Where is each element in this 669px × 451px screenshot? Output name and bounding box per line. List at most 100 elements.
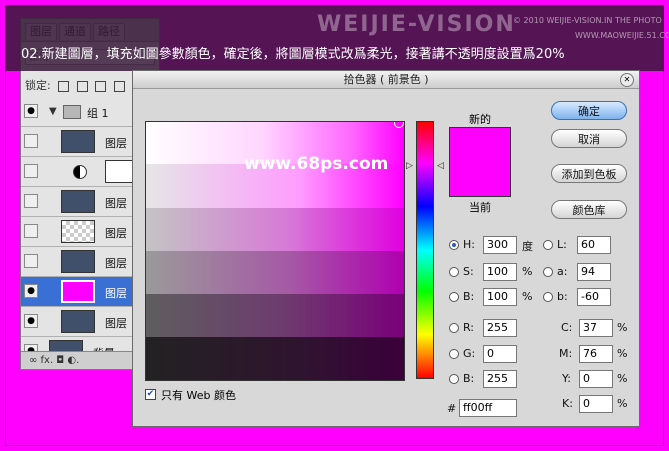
saturation-input[interactable]: 100 xyxy=(483,263,517,281)
layer-name: 图层 xyxy=(105,137,127,150)
cyan-input[interactable]: 37 xyxy=(579,319,613,337)
close-icon[interactable]: ✕ xyxy=(620,73,634,87)
black-unit: % xyxy=(617,397,628,410)
layer-name: 图层 xyxy=(105,197,127,210)
adjustment-icon xyxy=(73,165,87,179)
lock-position-icon[interactable] xyxy=(95,80,107,92)
brightness-radio[interactable] xyxy=(449,292,459,302)
web-colors-checkbox[interactable]: ✔ xyxy=(145,389,156,400)
hue-input[interactable]: 300 xyxy=(483,236,517,254)
visibility-eye-icon[interactable] xyxy=(24,164,38,178)
visibility-eye-icon[interactable] xyxy=(24,134,38,148)
color-field[interactable]: www.68ps.com xyxy=(145,121,405,381)
field-band xyxy=(146,251,404,294)
new-color-label: 新的 xyxy=(469,113,491,126)
group-name: 组 1 xyxy=(87,107,109,120)
red-input[interactable]: 255 xyxy=(483,319,517,337)
blue-input[interactable]: 255 xyxy=(483,370,517,388)
field-band xyxy=(146,294,404,337)
green-label: G: xyxy=(463,347,476,360)
black-label: K: xyxy=(562,397,573,410)
lab-a-radio[interactable] xyxy=(543,267,553,277)
field-band xyxy=(146,337,404,380)
lab-l-input[interactable]: 60 xyxy=(577,236,611,254)
lab-l-label: L: xyxy=(557,238,567,251)
green-radio[interactable] xyxy=(449,349,459,359)
magenta-label: M: xyxy=(559,347,573,360)
layer-thumbnail xyxy=(61,250,95,273)
lock-transparency-icon[interactable] xyxy=(58,80,70,92)
blue-label: B: xyxy=(463,372,475,385)
lock-row: 锁定: xyxy=(25,77,125,92)
current-color-label: 当前 xyxy=(469,201,491,214)
lab-l-radio[interactable] xyxy=(543,240,553,250)
brightness-input[interactable]: 100 xyxy=(483,288,517,306)
green-input[interactable]: 0 xyxy=(483,345,517,363)
hue-slider-left-arrow-icon[interactable]: ▷ xyxy=(406,161,413,171)
saturation-label: S: xyxy=(463,265,474,278)
layer-thumbnail xyxy=(61,280,95,303)
magenta-input[interactable]: 76 xyxy=(579,345,613,363)
yellow-input[interactable]: 0 xyxy=(579,370,613,388)
hue-label: H: xyxy=(463,238,475,251)
ok-button[interactable]: 确定 xyxy=(551,101,627,120)
lab-a-label: a: xyxy=(557,265,568,278)
hue-slider-right-arrow-icon[interactable]: ◁ xyxy=(437,161,444,171)
field-watermark: www.68ps.com xyxy=(244,154,389,174)
red-label: R: xyxy=(463,321,475,334)
watermark-logo: WEIJIE-VISION xyxy=(317,12,516,37)
lock-pixels-icon[interactable] xyxy=(76,80,88,92)
instruction-text: 02.新建圖層，填充如圖參數顏色，確定後，將圖層模式改爲柔光，接著講不透明度設置… xyxy=(21,47,565,62)
add-to-swatches-button[interactable]: 添加到色板 xyxy=(551,164,627,183)
cancel-button[interactable]: 取消 xyxy=(551,129,627,148)
lab-b-label: b: xyxy=(557,290,568,303)
folder-icon xyxy=(63,105,81,119)
red-radio[interactable] xyxy=(449,323,459,333)
lock-all-icon[interactable] xyxy=(113,80,125,92)
color-picker-dialog: 拾色器 ( 前景色 ) ✕ www.68ps.com ▷ ◁ 新的 当前 确定 … xyxy=(132,70,640,427)
visibility-eye-icon[interactable] xyxy=(24,254,38,268)
black-input[interactable]: 0 xyxy=(579,395,613,413)
blue-radio[interactable] xyxy=(449,374,459,384)
magenta-unit: % xyxy=(617,347,628,360)
expand-arrow-icon[interactable]: ▼ xyxy=(49,106,57,117)
layer-thumbnail xyxy=(61,220,95,243)
layer-name: 图层 xyxy=(105,317,127,330)
brightness-unit: % xyxy=(522,290,533,303)
lab-a-input[interactable]: 94 xyxy=(577,263,611,281)
visibility-eye-icon[interactable]: ● xyxy=(24,284,38,298)
saturation-radio[interactable] xyxy=(449,267,459,277)
lab-b-input[interactable]: -60 xyxy=(577,288,611,306)
visibility-eye-icon[interactable]: ● xyxy=(24,104,38,118)
instruction-banner: WEIJIE-VISION © 2010 WEIJIE-VISION.IN TH… xyxy=(5,5,669,71)
cyan-unit: % xyxy=(617,321,628,334)
hue-slider[interactable] xyxy=(416,121,434,379)
layer-thumbnail xyxy=(61,130,95,153)
yellow-label: Y: xyxy=(562,372,571,385)
cyan-label: C: xyxy=(561,321,573,334)
color-libraries-button[interactable]: 颜色库 xyxy=(551,200,627,219)
layer-name: 图层 xyxy=(105,257,127,270)
lock-label: 锁定: xyxy=(25,79,51,92)
field-band xyxy=(146,208,404,251)
hue-unit: 度 xyxy=(522,240,533,253)
new-current-swatch xyxy=(449,127,511,197)
visibility-eye-icon[interactable]: ● xyxy=(24,314,38,328)
layer-thumbnail xyxy=(61,190,95,213)
hex-input[interactable]: ff00ff xyxy=(459,399,517,417)
layer-thumbnail xyxy=(61,310,95,333)
visibility-eye-icon[interactable] xyxy=(24,194,38,208)
watermark-url: WWW.MAOWEIJIE.51.COM xyxy=(575,31,669,40)
layer-name: 图层 xyxy=(105,227,127,240)
yellow-unit: % xyxy=(617,372,628,385)
hex-label: # xyxy=(447,402,457,415)
layer-name: 图层 xyxy=(105,287,127,300)
lab-b-radio[interactable] xyxy=(543,292,553,302)
dialog-title: 拾色器 ( 前景色 ) xyxy=(133,71,639,89)
watermark-copyright: © 2010 WEIJIE-VISION.IN THE PHOTO xyxy=(513,16,662,25)
hue-radio[interactable] xyxy=(449,240,459,250)
web-colors-label: 只有 Web 颜色 xyxy=(161,389,236,402)
visibility-eye-icon[interactable] xyxy=(24,224,38,238)
brightness-label: B: xyxy=(463,290,475,303)
saturation-unit: % xyxy=(522,265,533,278)
